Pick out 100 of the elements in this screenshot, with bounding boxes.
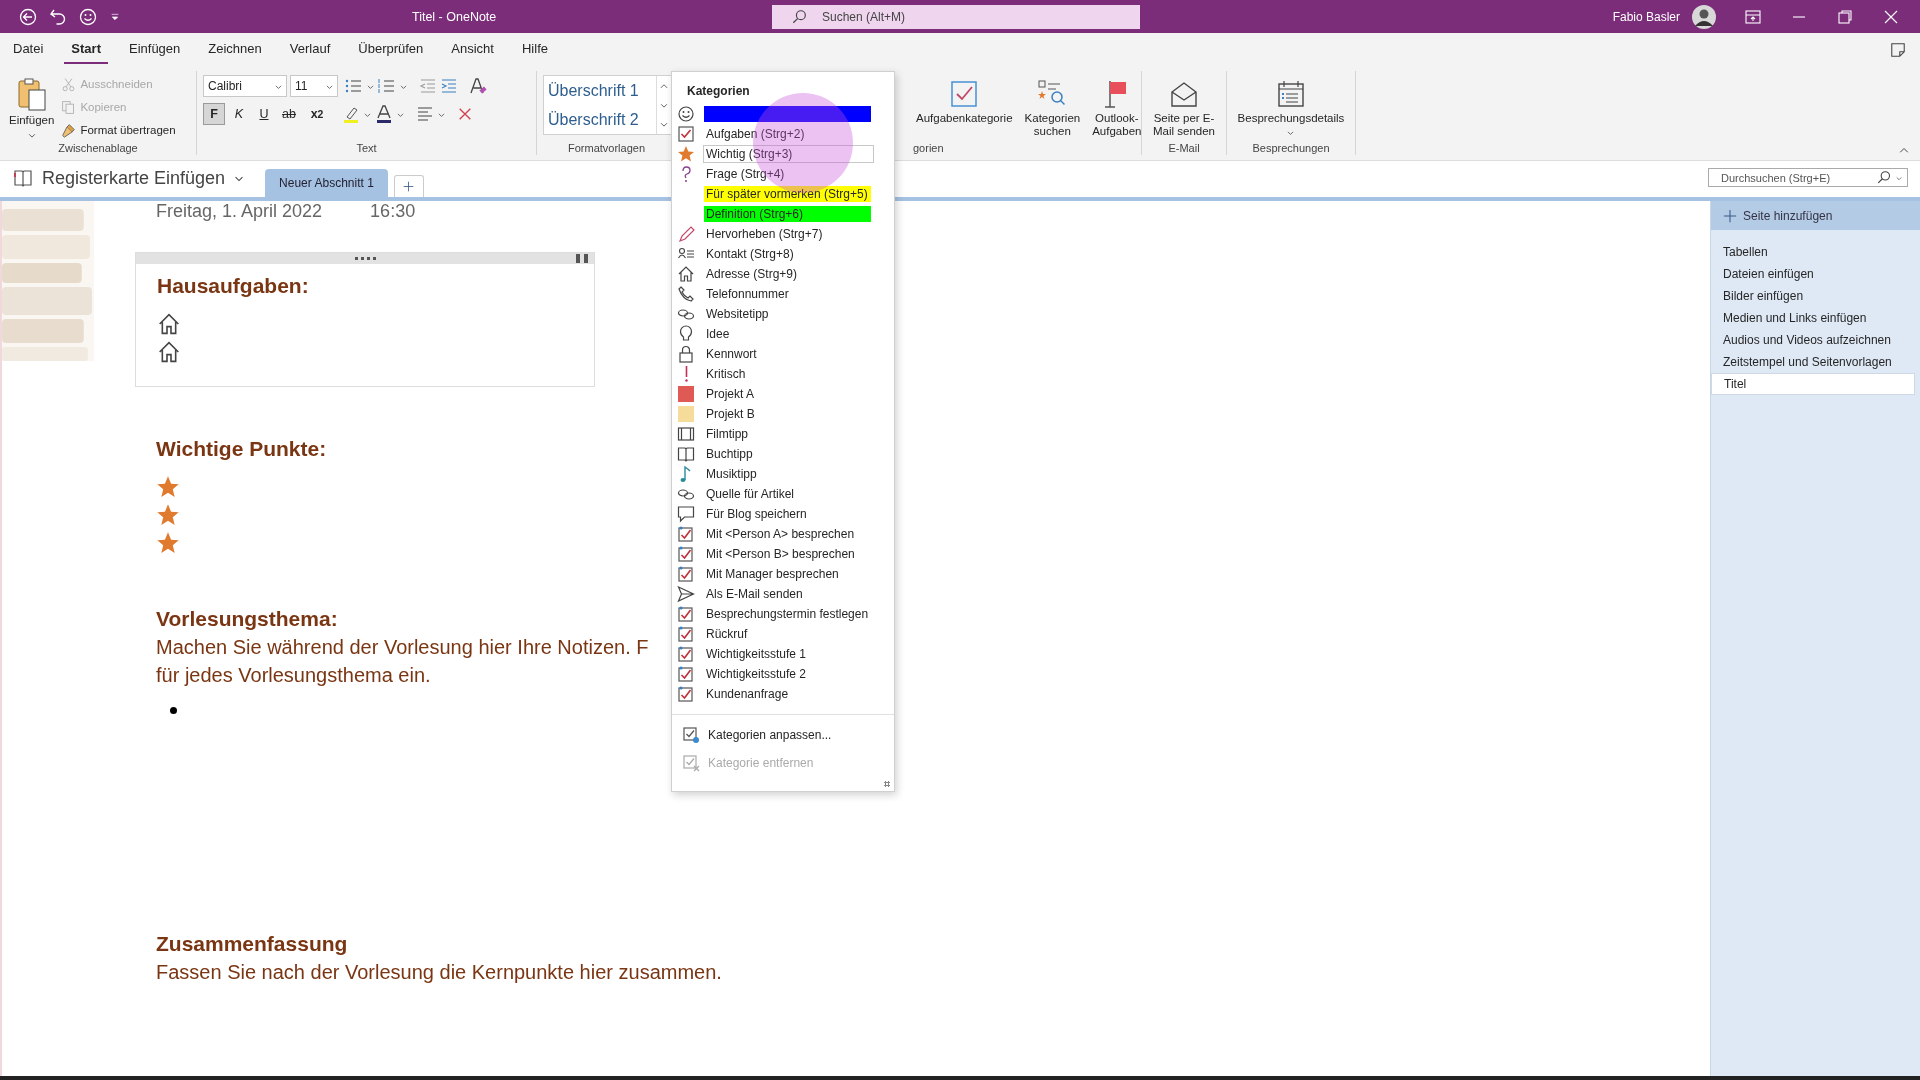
font-dropdown[interactable]: Calibri — [203, 75, 287, 97]
exclamation-icon — [683, 365, 689, 383]
add-section-button[interactable] — [393, 175, 424, 197]
ribbon-button[interactable]: Aufgabenkategorie — [913, 77, 1016, 128]
window-title: Titel - OneNote — [412, 9, 498, 24]
menu-item[interactable]: Websitetipp — [672, 304, 894, 324]
style-option[interactable]: Überschrift 1 — [548, 80, 652, 101]
menu-item[interactable]: Definition (Strg+6) — [672, 204, 894, 224]
menu-item[interactable]: Telefonnummer — [672, 284, 894, 304]
menu-item[interactable]: Frage (Strg+4) — [672, 164, 894, 184]
menu-item[interactable]: Als E-Mail senden — [672, 584, 894, 604]
ribbon-button[interactable]: Seite per E- Mail senden — [1150, 77, 1218, 141]
align-icon[interactable] — [416, 105, 434, 123]
menu-item[interactable]: Adresse (Strg+9) — [672, 264, 894, 284]
menu-item[interactable]: Projekt A — [672, 384, 894, 404]
ribbon-button[interactable]: Format übertragen — [61, 120, 176, 140]
menu-item[interactable]: Kategorien anpassen... — [672, 721, 894, 749]
menu-item[interactable]: Buchtipp — [672, 444, 894, 464]
sticky-note-icon[interactable] — [1890, 41, 1906, 58]
page-item[interactable]: Bilder einfügen — [1711, 285, 1920, 307]
page-item[interactable]: Audios und Videos aufzeichnen — [1711, 329, 1920, 351]
container-handle[interactable] — [136, 253, 594, 264]
ribbon-button[interactable]: Kategorien suchen — [1021, 77, 1084, 141]
ribbon-tab[interactable]: Ansicht — [444, 35, 501, 64]
add-page-button[interactable]: Seite hinzufügen — [1711, 201, 1920, 230]
delete-icon[interactable] — [457, 106, 473, 122]
undo-icon[interactable] — [49, 7, 67, 26]
menu-item[interactable]: Aufgaben (Strg+2) — [672, 124, 894, 144]
house-icon — [157, 340, 181, 364]
drag-handle-icon[interactable] — [355, 257, 377, 260]
ribbon-button[interactable]: Besprechungsdetails — [1234, 77, 1348, 140]
restore-icon[interactable] — [1836, 7, 1854, 26]
phone-icon — [677, 285, 695, 303]
ribbon-display-icon[interactable] — [1744, 7, 1762, 26]
format-toggle[interactable]: ab — [278, 103, 300, 125]
menu-item[interactable]: Für Blog speichern — [672, 504, 894, 524]
envelope-icon — [1169, 79, 1199, 109]
scissors-icon — [61, 76, 77, 92]
ribbon-tab[interactable]: Hilfe — [514, 35, 555, 64]
item-label: Kundenanfrage — [706, 687, 789, 701]
item-label: Frage (Strg+4) — [706, 167, 785, 181]
avatar-icon[interactable] — [1692, 4, 1716, 29]
item-label: Wichtigkeitsstufe 2 — [706, 667, 807, 681]
menu-item[interactable]: Wichtigkeitsstufe 1 — [672, 644, 894, 664]
page-item[interactable]: Titel — [1711, 373, 1915, 395]
page-item[interactable]: Medien und Links einfügen — [1711, 307, 1920, 329]
smiley-icon[interactable] — [79, 7, 97, 26]
menu-item[interactable]: Projekt B — [672, 404, 894, 424]
group-label: E-Mail — [1167, 142, 1201, 155]
section-tab[interactable]: Neuer Abschnitt 1 — [265, 169, 388, 197]
menu-item[interactable]: Kontakt (Strg+8) — [672, 244, 894, 264]
ribbon-tab[interactable]: Start — [64, 35, 108, 64]
resize-arrows-icon[interactable] — [574, 254, 590, 263]
ribbon-tab[interactable]: Datei — [6, 35, 51, 64]
page-date: Freitag, 1. April 2022 — [156, 201, 323, 222]
item-label: Mit <Person A> besprechen — [706, 527, 855, 541]
indent-icon[interactable] — [440, 77, 458, 95]
menu-item[interactable]: Musiktipp — [672, 464, 894, 484]
menu-item[interactable]: Idee — [672, 324, 894, 344]
font-color-icon[interactable] — [375, 105, 393, 123]
menu-item[interactable]: Mit <Person B> besprechen — [672, 544, 894, 564]
style-option[interactable]: Überschrift 2 — [548, 109, 652, 130]
bulleted-list-icon[interactable] — [345, 77, 363, 95]
menu-item[interactable]: Filmtipp — [672, 424, 894, 444]
page-item[interactable]: Dateien einfügen — [1711, 263, 1920, 285]
ribbon-tab[interactable]: Zeichnen — [201, 35, 269, 64]
paste-button[interactable]: Einfügen — [6, 71, 58, 143]
menu-item[interactable]: Mit Manager besprechen — [672, 564, 894, 584]
search-field[interactable]: Durchsuchen (Strg+E) — [1708, 168, 1908, 187]
menu-item[interactable]: Kundenanfrage — [672, 684, 894, 704]
menu-item[interactable]: Mit <Person A> besprechen — [672, 524, 894, 544]
checkbox-icon — [677, 665, 695, 683]
item-label: Wichtig (Strg+3) — [706, 147, 793, 161]
menu-item[interactable]: Kritisch — [672, 364, 894, 384]
item-label: Telefonnummer — [706, 287, 789, 301]
format-toggle[interactable]: U — [253, 103, 275, 125]
numbered-list-icon[interactable] — [378, 77, 396, 95]
resize-grip-icon[interactable] — [884, 781, 890, 787]
menu-item[interactable]: Quelle für Artikel — [672, 484, 894, 504]
notebook-selector[interactable]: Registerkarte Einfügen — [12, 159, 246, 197]
back-icon[interactable] — [19, 7, 37, 26]
menu-item[interactable]: Rückruf — [672, 624, 894, 644]
menu-item[interactable]: Kennwort — [672, 344, 894, 364]
menu-item[interactable]: Besprechungstermin festlegen — [672, 604, 894, 624]
menu-item[interactable]: Hervorheben (Strg+7) — [672, 224, 894, 244]
item-label: Buchtipp — [706, 447, 753, 461]
page-item[interactable]: Zeitstempel und Seitenvorlagen — [1711, 351, 1920, 373]
font-size-dropdown[interactable]: 11 — [290, 75, 338, 97]
menu-item[interactable]: Wichtigkeitsstufe 2 — [672, 664, 894, 684]
ribbon-tab[interactable]: Verlauf — [282, 35, 338, 64]
format-toggle[interactable]: K — [228, 103, 250, 125]
ribbon-tab[interactable]: Einfügen — [122, 35, 188, 64]
ribbon-button[interactable]: Outlook- Aufgaben — [1089, 77, 1145, 141]
page-item[interactable]: Tabellen — [1711, 241, 1920, 263]
menu-item[interactable]: Für später vormerken (Strg+5) — [672, 184, 894, 204]
clear-formatting-icon[interactable] — [469, 77, 487, 95]
format-toggle[interactable]: F — [203, 103, 225, 125]
ribbon-tab[interactable]: Überprüfen — [351, 35, 431, 64]
search-field[interactable]: Suchen (Alt+M) — [772, 4, 1140, 29]
highlighter-icon[interactable] — [342, 105, 360, 123]
